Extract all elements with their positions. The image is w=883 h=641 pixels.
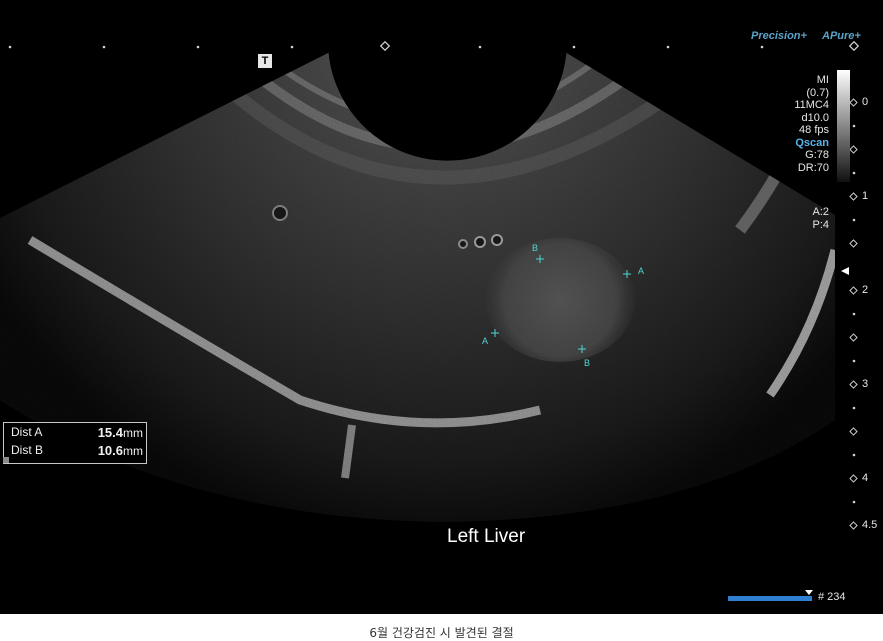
grayscale-bar xyxy=(837,70,850,182)
focus-marker-icon xyxy=(841,267,849,275)
depth-label-4-5: 4.5 xyxy=(862,519,878,531)
ultrasound-screen: B B A A Precision+ APure+ T MI (0.7) 11M… xyxy=(0,0,883,614)
image-caption: 6월 건강검진 시 발견된 결절 xyxy=(369,626,514,640)
measurement-value: 15.4 xyxy=(97,425,123,440)
depth-label-4: 4 xyxy=(862,472,869,484)
top-ruler xyxy=(8,45,764,49)
mi-value: (0.7) xyxy=(806,86,829,99)
cine-position-icon[interactable] xyxy=(805,590,813,595)
measurement-label: Dist B xyxy=(11,443,44,457)
p-value: P:4 xyxy=(812,218,829,231)
gain-value: G:78 xyxy=(805,149,829,161)
qscan-label: Qscan xyxy=(795,136,829,149)
brand-apure: APure+ xyxy=(822,30,861,42)
mi-label: MI xyxy=(816,74,829,86)
sector-scan xyxy=(0,52,835,522)
probe-name: 11MC4 xyxy=(794,99,829,111)
dynamic-range: DR:70 xyxy=(797,161,829,174)
orientation-marker: T xyxy=(258,54,272,68)
frame-number: # 234 xyxy=(818,591,846,603)
depth-label-2: 2 xyxy=(862,284,869,296)
depth-label-0: 0 xyxy=(862,96,869,108)
region-label: Left Liver xyxy=(447,526,526,547)
caliper-label-a-left: A xyxy=(482,336,489,346)
ap-parameters: A:2 P:4 xyxy=(812,206,829,231)
measurement-value-wrap: 10.6mm xyxy=(98,443,143,458)
measurement-row-a: Dist A 15.4mm xyxy=(11,425,143,442)
depth-ruler xyxy=(849,98,858,530)
measurement-row-b: Dist B 10.6mm xyxy=(11,443,143,460)
depth-label-3: 3 xyxy=(862,378,869,390)
measurement-unit: mm xyxy=(123,426,143,440)
measurement-value: 10.6 xyxy=(97,443,123,458)
ultrasound-image xyxy=(0,40,860,530)
a-value: A:2 xyxy=(812,206,829,218)
measurement-label: Dist A xyxy=(11,425,43,439)
corner-marker xyxy=(3,457,9,463)
caliper-label-b-bottom: B xyxy=(584,358,591,368)
depth-value: d10.0 xyxy=(801,111,829,124)
depth-label-1: 1 xyxy=(862,190,869,202)
measurement-value-wrap: 15.4mm xyxy=(98,425,143,440)
measurement-box: Dist A 15.4mm Dist B 10.6mm xyxy=(3,422,147,464)
frame-rate: 48 fps xyxy=(799,124,829,136)
scan-parameters: MI (0.7) 11MC4 d10.0 48 fps Qscan G:78 D… xyxy=(794,74,829,174)
measurement-unit: mm xyxy=(123,444,143,458)
caliper-label-b-top: B xyxy=(532,243,539,253)
caliper-label-a-right: A xyxy=(638,266,645,276)
brand-precision: Precision+ xyxy=(751,30,807,42)
cine-frame-bar[interactable] xyxy=(728,596,812,601)
